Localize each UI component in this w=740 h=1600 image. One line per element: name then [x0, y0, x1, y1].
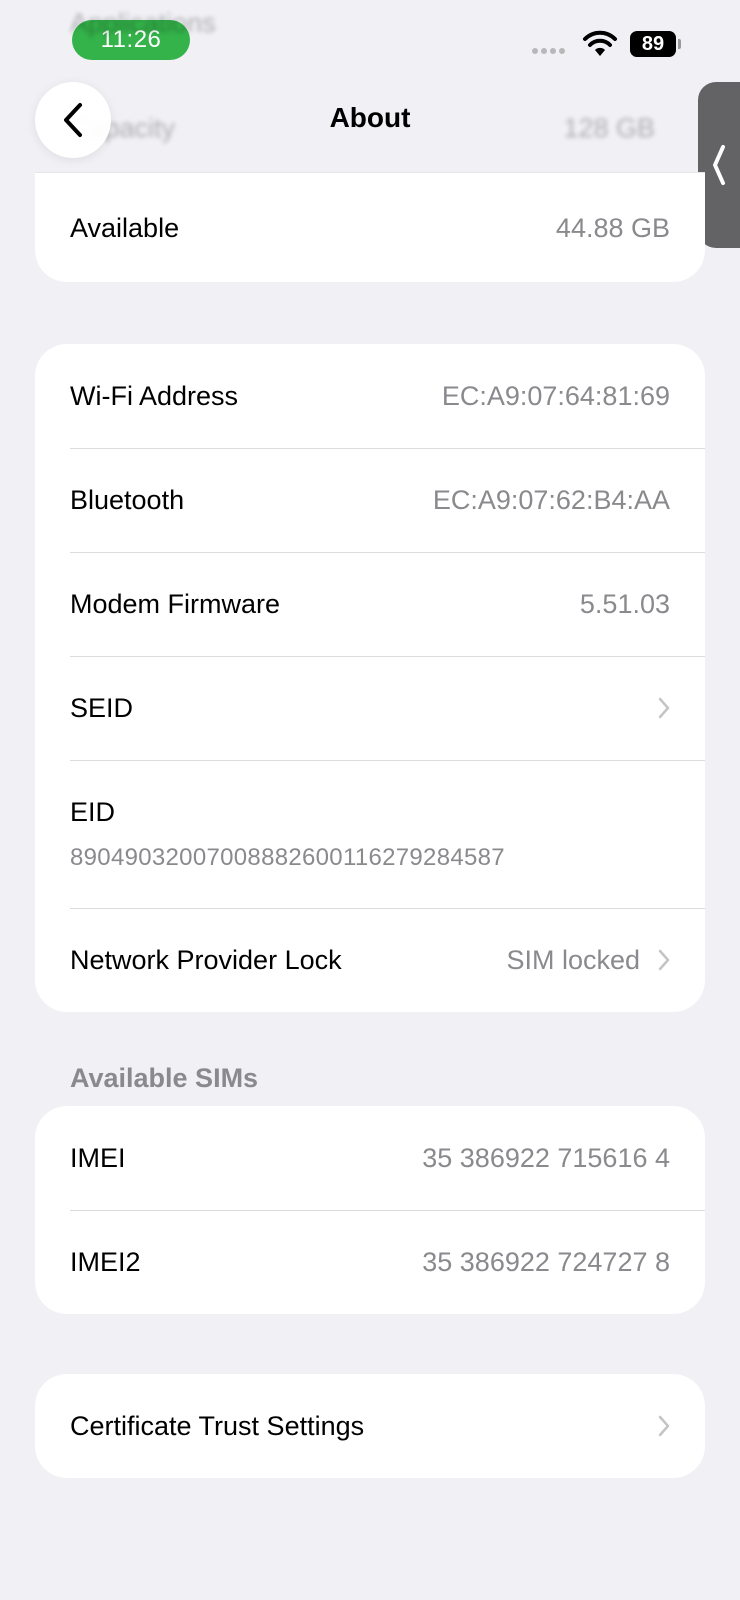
certificate-trust-settings-row[interactable]: Certificate Trust Settings [35, 1374, 705, 1478]
chevron-left-icon [64, 103, 82, 137]
certificate-trust-settings-label: Certificate Trust Settings [70, 1410, 365, 1441]
seid-label: SEID [70, 692, 134, 723]
page-title: About [329, 102, 411, 133]
back-button[interactable] [35, 82, 111, 158]
ghost-row-label: Applications [70, 8, 216, 38]
eid-label: EID [70, 796, 116, 827]
imei-value: 35 386922 715616 4 [422, 1142, 670, 1173]
available-row: Available 44.88 GB [35, 173, 705, 282]
cellular-signal-icon [532, 48, 565, 54]
chevron-right-icon [658, 697, 670, 719]
storage-card: Available 44.88 GB [35, 172, 705, 282]
imei2-value: 35 386922 724727 8 [422, 1246, 670, 1277]
bluetooth-row: Bluetooth EC:A9:07:62:B4:AA [35, 448, 705, 552]
chevron-right-icon [658, 1415, 670, 1437]
network-provider-lock-label: Network Provider Lock [70, 944, 342, 975]
wifi-icon [583, 30, 617, 56]
network-provider-lock-value: SIM locked [506, 944, 640, 975]
wifi-address-value: EC:A9:07:64:81:69 [441, 380, 670, 411]
eid-row: EID 89049032007008882600116279284587 [35, 760, 705, 908]
sims-card: IMEI 35 386922 715616 4 IMEI2 35 386922 … [35, 1106, 705, 1314]
imei2-row: IMEI2 35 386922 724727 8 [35, 1210, 705, 1314]
imei-label: IMEI [70, 1142, 126, 1173]
imei2-label: IMEI2 [70, 1246, 141, 1277]
eid-value: 89049032007008882600116279284587 [70, 843, 505, 871]
seid-accessory [658, 697, 670, 719]
certificate-accessory [658, 1415, 670, 1437]
chevron-left-icon [713, 145, 725, 185]
bluetooth-label: Bluetooth [70, 484, 185, 515]
bluetooth-value: EC:A9:07:62:B4:AA [432, 484, 670, 515]
imei-row: IMEI 35 386922 715616 4 [35, 1106, 705, 1210]
chevron-right-icon [658, 949, 670, 971]
available-label: Available [70, 212, 180, 243]
certificate-card: Certificate Trust Settings [35, 1374, 705, 1478]
wifi-address-row: Wi-Fi Address EC:A9:07:64:81:69 [35, 344, 705, 448]
wifi-address-label: Wi-Fi Address [70, 380, 239, 411]
modem-firmware-row: Modem Firmware 5.51.03 [35, 552, 705, 656]
network-provider-lock-accessory: SIM locked [506, 945, 670, 976]
modem-firmware-label: Modem Firmware [70, 588, 281, 619]
network-info-card: Wi-Fi Address EC:A9:07:64:81:69 Bluetoot… [35, 344, 705, 1012]
available-value: 44.88 GB [555, 212, 670, 243]
battery-tip [678, 39, 681, 49]
battery-icon: 89 [630, 31, 676, 57]
available-sims-header: Available SIMs [70, 1063, 259, 1093]
seid-row[interactable]: SEID [35, 656, 705, 760]
network-provider-lock-row[interactable]: Network Provider Lock SIM locked [35, 908, 705, 1012]
modem-firmware-value: 5.51.03 [579, 588, 670, 619]
